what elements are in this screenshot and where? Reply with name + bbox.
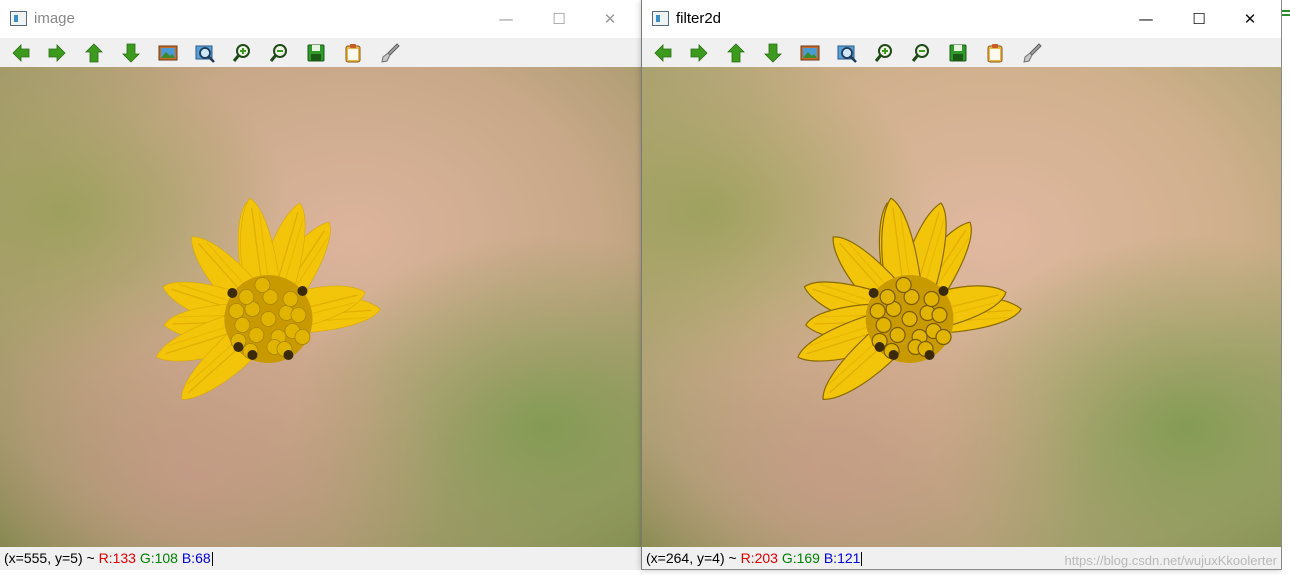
pan-down-button[interactable] xyxy=(762,42,784,64)
status-coords: (x=555, y=5) ~ xyxy=(4,550,99,566)
pan-up-button[interactable] xyxy=(83,42,105,64)
status-coords: (x=264, y=4) ~ xyxy=(646,550,741,566)
app-icon xyxy=(10,11,27,26)
zoom-fit-icon xyxy=(837,45,857,63)
pan-left-button[interactable] xyxy=(652,42,674,64)
toolbar xyxy=(642,38,1281,67)
zoom-out-button[interactable] xyxy=(268,42,290,64)
save-icon xyxy=(949,44,967,62)
properties-brush-icon xyxy=(381,43,400,63)
properties-brush-button[interactable] xyxy=(1021,42,1043,64)
save-button[interactable] xyxy=(947,42,969,64)
zoom-original-icon xyxy=(800,45,820,61)
zoom-fit-button[interactable] xyxy=(194,42,216,64)
pan-right-icon xyxy=(690,44,708,62)
properties-brush-button[interactable] xyxy=(379,42,401,64)
window-title: filter2d xyxy=(676,10,722,27)
pan-right-icon xyxy=(48,44,66,62)
properties-brush-icon xyxy=(1023,43,1042,63)
status-green: G:108 xyxy=(139,550,178,566)
copy-clipboard-icon xyxy=(987,44,1003,63)
maximize-button[interactable]: ☐ xyxy=(536,0,582,38)
status-bar: (x=555, y=5) ~ R:133 G:108 B:68 xyxy=(0,547,641,570)
save-icon xyxy=(307,44,325,62)
flower-photo xyxy=(642,67,1281,547)
background-editor-strip xyxy=(1282,0,1290,575)
text-cursor xyxy=(861,552,863,567)
zoom-out-icon xyxy=(269,44,287,62)
status-red: R:133 xyxy=(98,550,136,566)
flower-photo xyxy=(0,67,641,547)
pan-left-icon xyxy=(12,44,30,62)
pan-right-button[interactable] xyxy=(46,42,68,64)
pan-up-icon xyxy=(727,43,745,63)
toolbar xyxy=(0,38,641,67)
title-bar[interactable]: image — ☐ ✕ xyxy=(0,0,641,38)
status-green: G:169 xyxy=(781,550,820,566)
image-canvas[interactable] xyxy=(642,67,1281,547)
minimize-button[interactable]: — xyxy=(1123,0,1169,38)
copy-clipboard-icon xyxy=(345,44,361,63)
filter2d-window: filter2d — ☐ ✕ (x=264, y=4) ~ R:203 G:16… xyxy=(641,0,1282,570)
pan-left-button[interactable] xyxy=(10,42,32,64)
copy-clipboard-button[interactable] xyxy=(984,42,1006,64)
zoom-original-button[interactable] xyxy=(799,42,821,64)
zoom-in-button[interactable] xyxy=(231,42,253,64)
pan-down-icon xyxy=(764,43,782,63)
copy-clipboard-button[interactable] xyxy=(342,42,364,64)
pan-up-icon xyxy=(85,43,103,63)
status-blue: B:121 xyxy=(823,550,861,566)
app-icon xyxy=(652,11,669,26)
minimize-button[interactable]: — xyxy=(483,0,529,38)
watermark: https://blog.csdn.net/wujuxKkoolerter xyxy=(1064,553,1277,568)
save-button[interactable] xyxy=(305,42,327,64)
zoom-fit-icon xyxy=(195,45,215,63)
zoom-original-button[interactable] xyxy=(157,42,179,64)
status-red: R:203 xyxy=(740,550,778,566)
zoom-original-icon xyxy=(158,45,178,61)
zoom-fit-button[interactable] xyxy=(836,42,858,64)
image-window: image — ☐ ✕ (x=555, y=5) ~ R:133 G:108 B… xyxy=(0,0,641,575)
pan-left-icon xyxy=(654,44,672,62)
title-bar[interactable]: filter2d — ☐ ✕ xyxy=(642,0,1281,38)
close-button[interactable]: ✕ xyxy=(587,0,633,38)
pan-down-icon xyxy=(122,43,140,63)
close-button[interactable]: ✕ xyxy=(1227,0,1273,38)
text-cursor xyxy=(211,552,213,567)
zoom-in-button[interactable] xyxy=(873,42,895,64)
zoom-out-icon xyxy=(911,44,929,62)
window-title: image xyxy=(34,10,75,27)
status-bar: (x=264, y=4) ~ R:203 G:169 B:121 https:/… xyxy=(642,547,1281,569)
pan-down-button[interactable] xyxy=(120,42,142,64)
zoom-in-icon xyxy=(874,44,892,62)
zoom-in-icon xyxy=(232,44,250,62)
image-canvas[interactable] xyxy=(0,67,641,547)
pan-up-button[interactable] xyxy=(725,42,747,64)
pan-right-button[interactable] xyxy=(688,42,710,64)
status-blue: B:68 xyxy=(181,550,211,566)
zoom-out-button[interactable] xyxy=(910,42,932,64)
maximize-button[interactable]: ☐ xyxy=(1176,0,1222,38)
